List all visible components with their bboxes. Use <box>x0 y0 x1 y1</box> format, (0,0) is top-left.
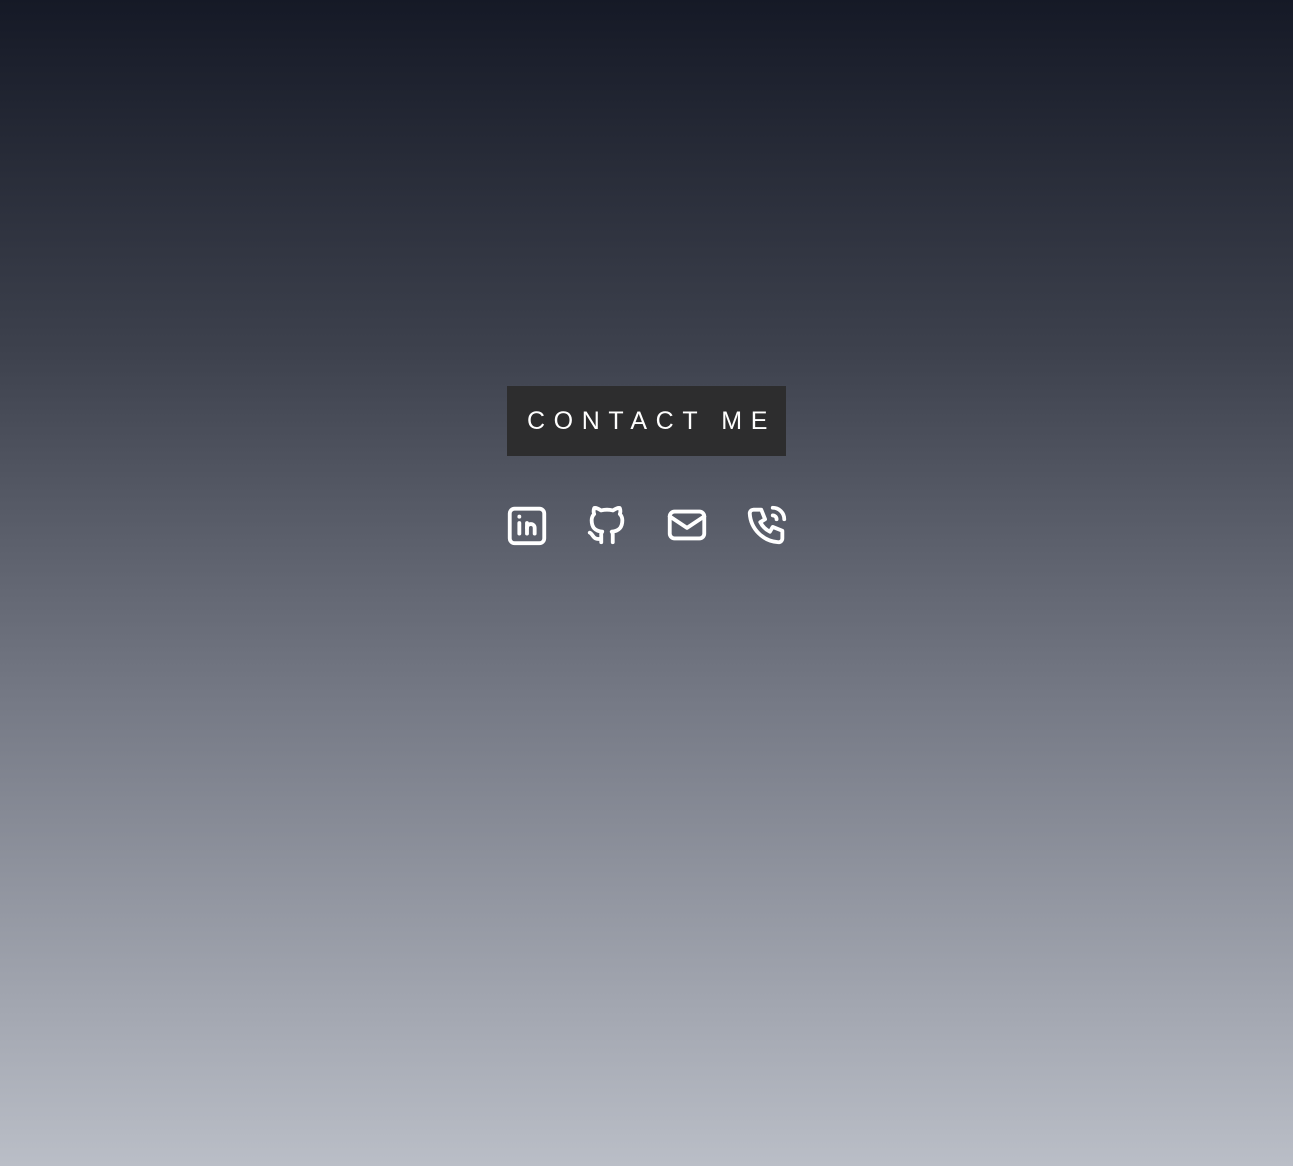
email-link[interactable] <box>664 500 710 550</box>
contact-section: CONTACT ME <box>0 386 1293 550</box>
linkedin-icon <box>507 506 546 546</box>
contact-heading: CONTACT ME <box>507 386 786 456</box>
linkedin-link[interactable] <box>504 500 550 550</box>
github-icon <box>587 505 624 545</box>
github-link[interactable] <box>584 500 630 550</box>
email-icon <box>667 509 706 541</box>
phone-link[interactable] <box>744 500 790 550</box>
social-links <box>507 500 786 550</box>
phone-icon <box>747 505 786 545</box>
